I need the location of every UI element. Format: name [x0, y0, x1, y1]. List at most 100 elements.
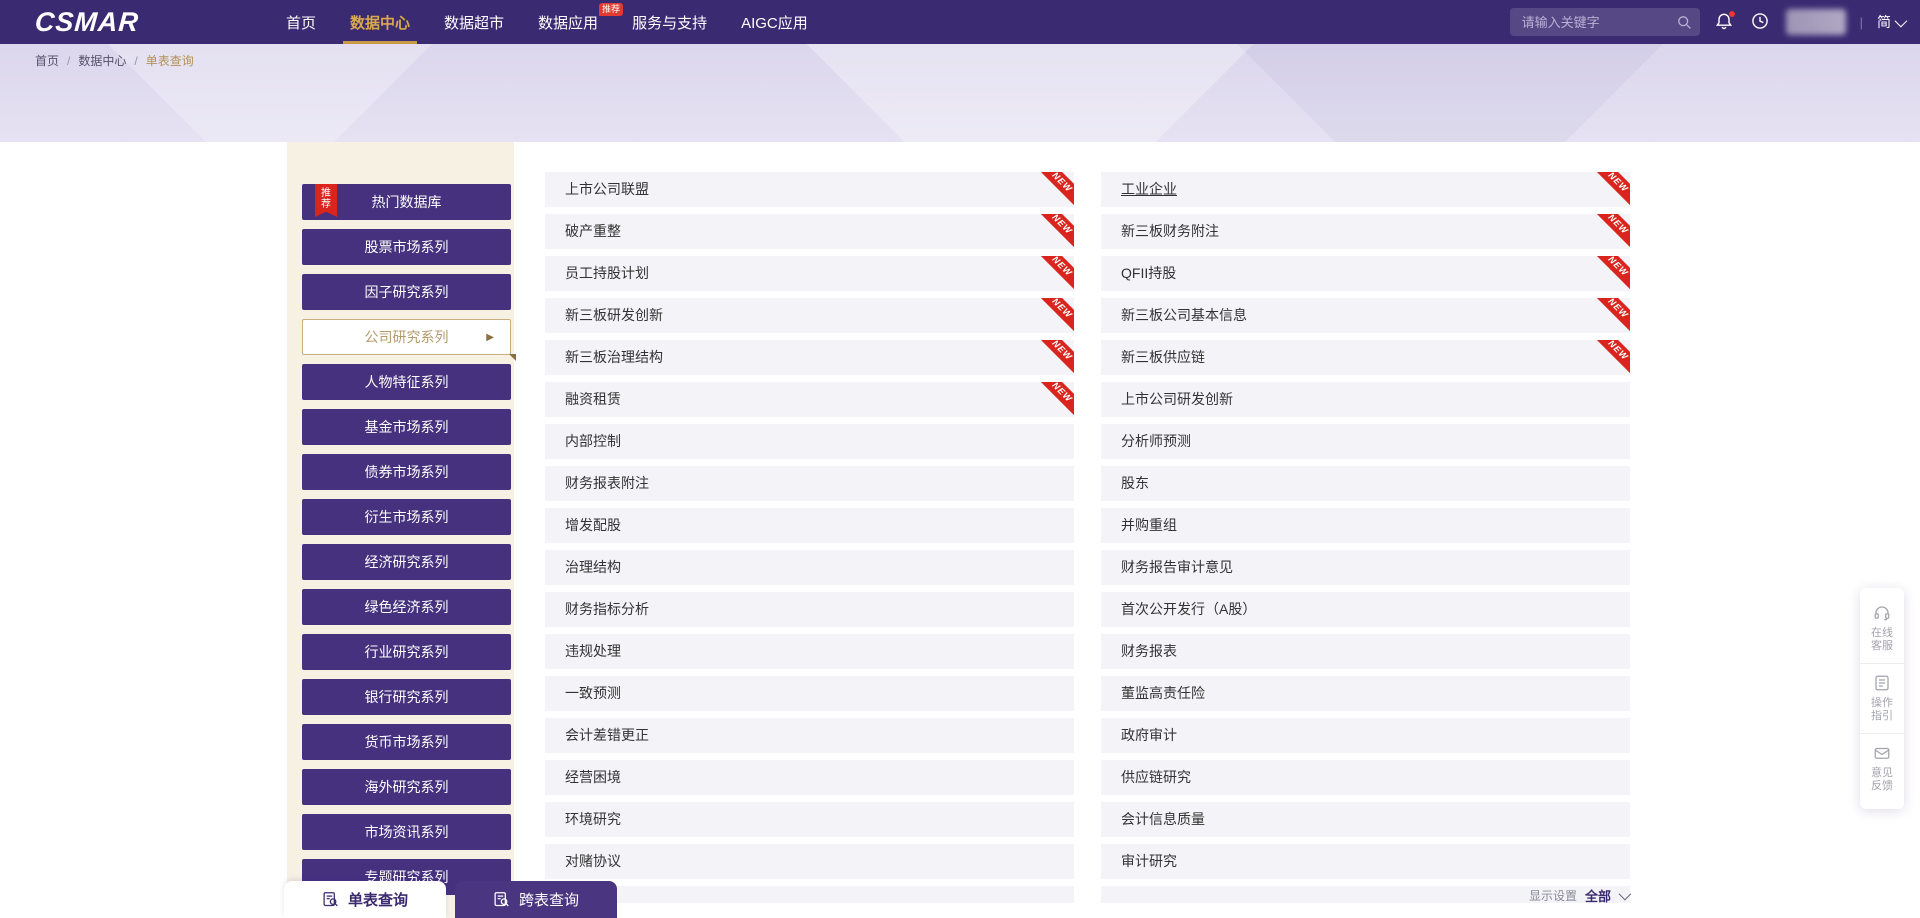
list-item-股东[interactable]: 股东 — [1101, 466, 1630, 501]
list-item-经营困境[interactable]: 经营困境 — [545, 760, 1074, 795]
language-label: 简 — [1877, 12, 1891, 32]
language-switcher[interactable]: 简 — [1877, 12, 1904, 32]
list-item-会计信息质量[interactable]: 会计信息质量 — [1101, 802, 1630, 837]
sidebar-item-衍生市场系列[interactable]: 衍生市场系列 — [302, 499, 511, 535]
display-setting-value[interactable]: 全部 — [1585, 886, 1611, 905]
new-badge: NEW — [1036, 340, 1074, 375]
nav-item-label: 数据超市 — [444, 12, 504, 33]
tab-跨表查询[interactable]: 跨表查询 — [455, 881, 617, 918]
list-item-上市公司研发创新[interactable]: 上市公司研发创新 — [1101, 382, 1630, 417]
search-input[interactable] — [1510, 8, 1700, 36]
list-item-label: 审计研究 — [1121, 844, 1177, 879]
sidebar-item-热门数据库[interactable]: 热门数据库 推荐 — [302, 184, 511, 220]
breadcrumb-item[interactable]: 首页 — [35, 52, 59, 69]
nav-item-数据应用[interactable]: 数据应用推荐 — [521, 0, 615, 44]
float-button-在线客服[interactable]: 在线客服 — [1860, 594, 1904, 663]
sidebar-item-人物特征系列[interactable]: 人物特征系列 — [302, 364, 511, 400]
list-item-员工持股计划[interactable]: 员工持股计划NEW — [545, 256, 1074, 291]
list-item-违规处理[interactable]: 违规处理 — [545, 634, 1074, 669]
csmar-logo[interactable]: CSMAR — [34, 7, 140, 38]
list-item-一致预测[interactable]: 一致预测 — [545, 676, 1074, 711]
list-item-label: 破产重整 — [565, 214, 621, 249]
nav-item-数据超市[interactable]: 数据超市 — [427, 0, 521, 44]
sidebar-item-label: 人物特征系列 — [365, 372, 449, 392]
notifications-button[interactable] — [1714, 11, 1736, 33]
sidebar-item-label: 股票市场系列 — [365, 237, 449, 257]
search-icon[interactable] — [1676, 14, 1692, 30]
sidebar-item-label: 海外研究系列 — [365, 777, 449, 797]
sidebar-item-因子研究系列[interactable]: 因子研究系列 — [302, 274, 511, 310]
list-item-财务报表[interactable]: 财务报表 — [1101, 634, 1630, 669]
list-item-内部控制[interactable]: 内部控制 — [545, 424, 1074, 459]
sidebar-item-股票市场系列[interactable]: 股票市场系列 — [302, 229, 511, 265]
breadcrumb-item: 单表查询 — [146, 52, 194, 69]
list-item-政府审计[interactable]: 政府审计 — [1101, 718, 1630, 753]
sidebar-item-label: 衍生市场系列 — [365, 507, 449, 527]
sidebar-item-货币市场系列[interactable]: 货币市场系列 — [302, 724, 511, 760]
float-button-意见反馈[interactable]: 意见反馈 — [1860, 733, 1904, 803]
list-item-partial[interactable] — [545, 886, 1074, 903]
list-item-工业企业[interactable]: 工业企业NEW — [1101, 172, 1630, 207]
sidebar-item-基金市场系列[interactable]: 基金市场系列 — [302, 409, 511, 445]
sidebar-item-label: 基金市场系列 — [365, 417, 449, 437]
arrow-right-icon: ▶ — [486, 332, 494, 343]
database-column-left: 上市公司联盟NEW破产重整NEW员工持股计划NEW新三板研发创新NEW新三板治理… — [545, 172, 1074, 918]
tab-label: 跨表查询 — [519, 889, 579, 910]
list-item-QFII持股[interactable]: QFII持股NEW — [1101, 256, 1630, 291]
list-item-财务报表附注[interactable]: 财务报表附注 — [545, 466, 1074, 501]
new-badge: NEW — [1592, 256, 1630, 291]
list-item-财务指标分析[interactable]: 财务指标分析 — [545, 592, 1074, 627]
new-badge: NEW — [1036, 382, 1074, 417]
list-item-新三板财务附注[interactable]: 新三板财务附注NEW — [1101, 214, 1630, 249]
sidebar-item-债券市场系列[interactable]: 债券市场系列 — [302, 454, 511, 490]
list-item-label: 工业企业 — [1121, 172, 1177, 207]
list-item-label: 环境研究 — [565, 802, 621, 837]
list-item-融资租赁[interactable]: 融资租赁NEW — [545, 382, 1074, 417]
table-query-icon — [322, 891, 339, 908]
nav-item-数据中心[interactable]: 数据中心 — [333, 0, 427, 44]
tab-单表查询[interactable]: 单表查询 — [284, 881, 446, 918]
list-item-破产重整[interactable]: 破产重整NEW — [545, 214, 1074, 249]
sidebar-item-绿色经济系列[interactable]: 绿色经济系列 — [302, 589, 511, 625]
new-badge: NEW — [1036, 256, 1074, 291]
list-item-新三板研发创新[interactable]: 新三板研发创新NEW — [545, 298, 1074, 333]
nav-item-AIGC应用[interactable]: AIGC应用 — [724, 0, 825, 44]
float-help-panel: 在线客服操作指引意见反馈 — [1860, 588, 1904, 809]
sidebar-item-海外研究系列[interactable]: 海外研究系列 — [302, 769, 511, 805]
list-item-增发配股[interactable]: 增发配股 — [545, 508, 1074, 543]
list-item-首次公开发行（A股）[interactable]: 首次公开发行（A股） — [1101, 592, 1630, 627]
nav-item-label: 数据应用 — [538, 12, 598, 33]
list-item-供应链研究[interactable]: 供应链研究 — [1101, 760, 1630, 795]
list-item-上市公司联盟[interactable]: 上市公司联盟NEW — [545, 172, 1074, 207]
recommend-ribbon: 推荐 — [315, 184, 337, 217]
new-badge: NEW — [1592, 298, 1630, 333]
sidebar-item-行业研究系列[interactable]: 行业研究系列 — [302, 634, 511, 670]
sidebar-item-label: 热门数据库 — [372, 192, 442, 212]
list-item-会计差错更正[interactable]: 会计差错更正 — [545, 718, 1074, 753]
sidebar-item-经济研究系列[interactable]: 经济研究系列 — [302, 544, 511, 580]
list-item-label: 治理结构 — [565, 550, 621, 585]
sidebar-item-公司研究系列[interactable]: 公司研究系列▶ — [302, 319, 511, 355]
list-item-环境研究[interactable]: 环境研究 — [545, 802, 1074, 837]
nav-item-label: 服务与支持 — [632, 12, 707, 33]
list-item-label: 财务指标分析 — [565, 592, 649, 627]
list-item-对赌协议[interactable]: 对赌协议 — [545, 844, 1074, 879]
sidebar-item-银行研究系列[interactable]: 银行研究系列 — [302, 679, 511, 715]
nav-item-首页[interactable]: 首页 — [269, 0, 333, 44]
list-item-并购重组[interactable]: 并购重组 — [1101, 508, 1630, 543]
nav-item-服务与支持[interactable]: 服务与支持 — [615, 0, 724, 44]
list-item-审计研究[interactable]: 审计研究 — [1101, 844, 1630, 879]
avatar[interactable] — [1786, 9, 1846, 35]
list-item-新三板治理结构[interactable]: 新三板治理结构NEW — [545, 340, 1074, 375]
history-button[interactable] — [1750, 11, 1772, 33]
breadcrumb-separator: / — [67, 54, 70, 68]
list-item-新三板公司基本信息[interactable]: 新三板公司基本信息NEW — [1101, 298, 1630, 333]
list-item-董监高责任险[interactable]: 董监高责任险 — [1101, 676, 1630, 711]
float-button-操作指引[interactable]: 操作指引 — [1860, 663, 1904, 733]
list-item-分析师预测[interactable]: 分析师预测 — [1101, 424, 1630, 459]
sidebar-item-市场资讯系列[interactable]: 市场资讯系列 — [302, 814, 511, 850]
list-item-财务报告审计意见[interactable]: 财务报告审计意见 — [1101, 550, 1630, 585]
list-item-治理结构[interactable]: 治理结构 — [545, 550, 1074, 585]
breadcrumb-item[interactable]: 数据中心 — [78, 52, 126, 69]
list-item-新三板供应链[interactable]: 新三板供应链NEW — [1101, 340, 1630, 375]
